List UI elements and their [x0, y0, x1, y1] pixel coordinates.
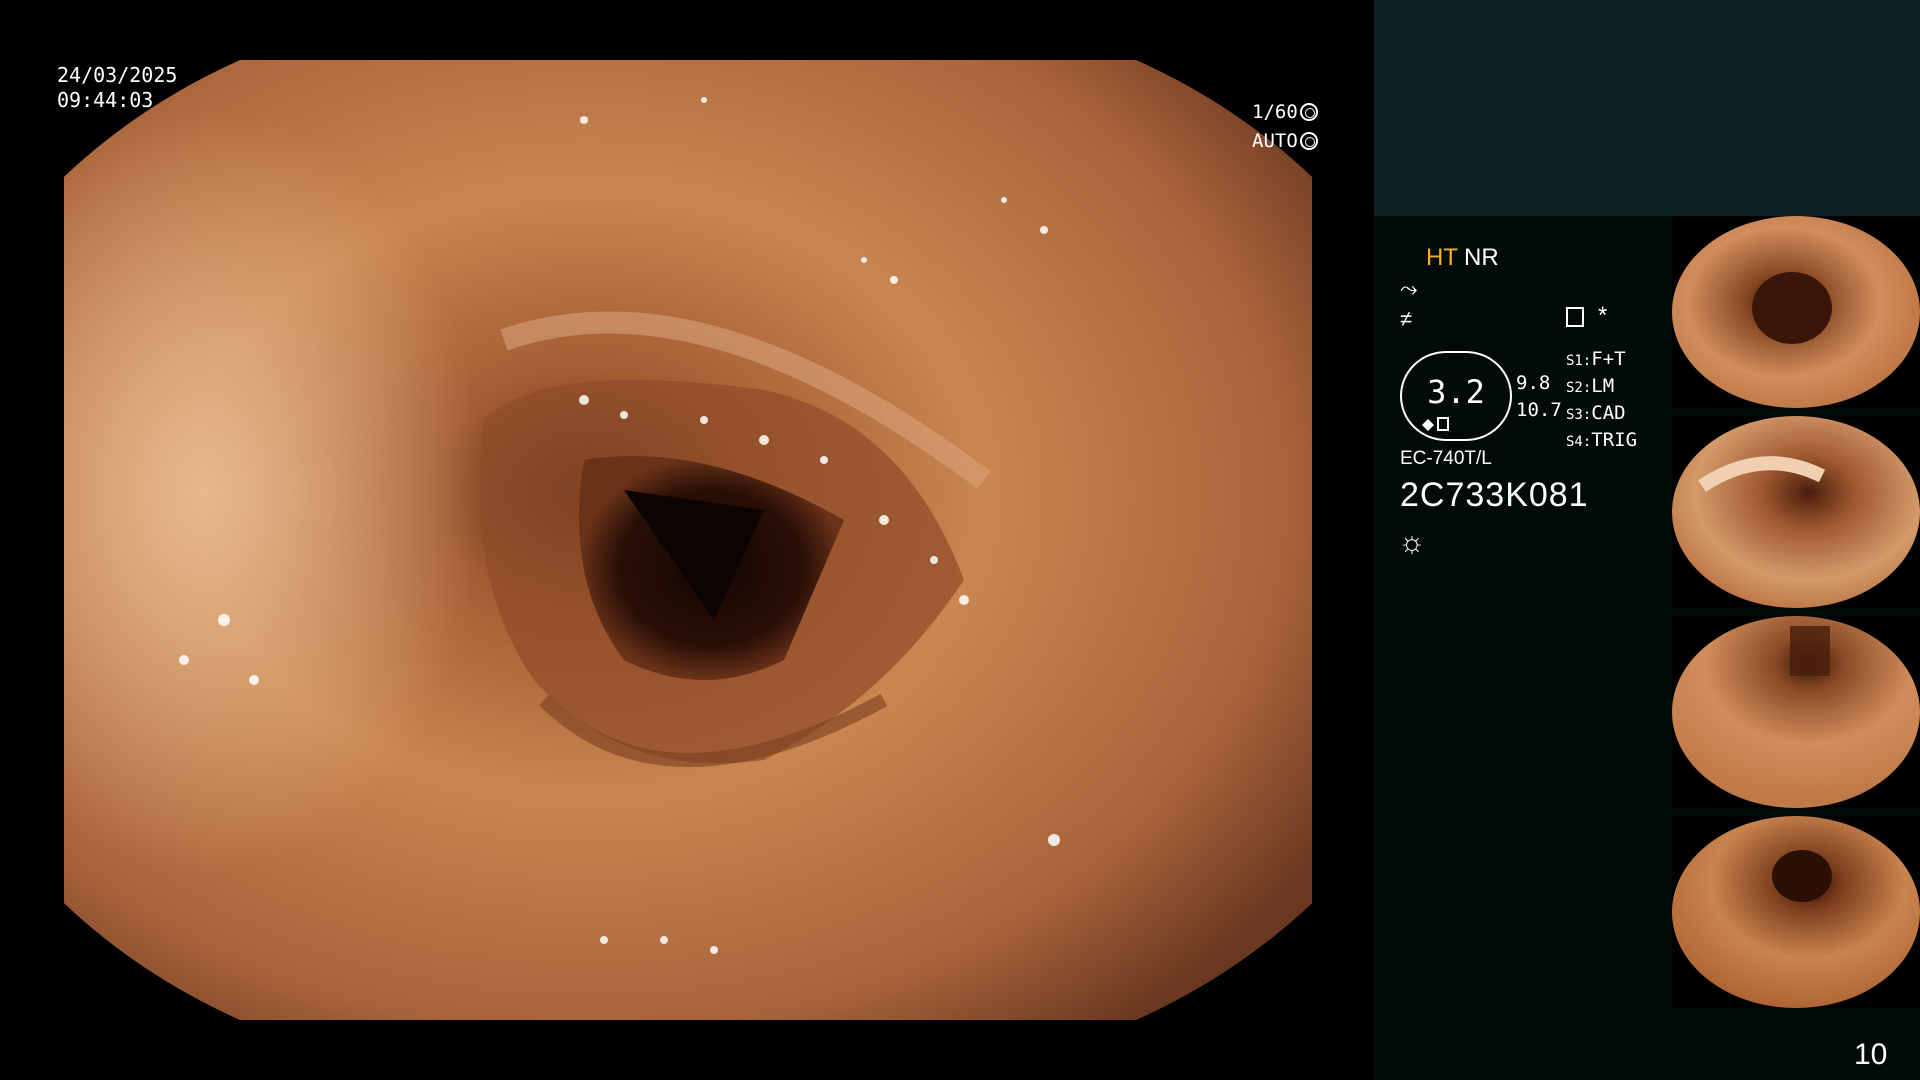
- value-a: 9.8: [1516, 372, 1551, 394]
- shutter-icon: [1299, 103, 1318, 121]
- switch-item: S1:F+T: [1566, 348, 1626, 370]
- thumbnail-2[interactable]: [1672, 416, 1920, 608]
- sidebar-header: [1374, 0, 1920, 216]
- switch-item: S3:CAD: [1566, 402, 1626, 424]
- lightning-icon: ≠: [1400, 306, 1413, 331]
- endoscopy-image: [64, 60, 1312, 1020]
- switch-item: S2:LM: [1566, 375, 1615, 397]
- switch-list: S1:F+T S2:LM S3:CAD S4:TRIG: [1566, 347, 1637, 455]
- value-b: 10.7: [1516, 399, 1562, 421]
- spark-icon: ⤳: [1400, 276, 1418, 301]
- star-indicator: *: [1598, 302, 1608, 329]
- scope-model: EC-740T/L: [1400, 448, 1492, 469]
- page-number: 10: [1854, 1038, 1888, 1071]
- thumbnail-1[interactable]: [1672, 216, 1920, 408]
- shutter-display: 1/60 AUTO: [1252, 98, 1318, 156]
- shutter-speed-text: 1/60: [1252, 101, 1298, 123]
- gauge-value: 3.2: [1427, 373, 1485, 411]
- gauge-marker-icon: [1422, 417, 1449, 431]
- datetime-display: 24/03/2025 09:44:03: [57, 63, 177, 113]
- switch-item: S4:TRIG: [1566, 429, 1638, 451]
- iris-mode-text: AUTO: [1252, 130, 1298, 152]
- scope-serial: 2C733K081: [1400, 476, 1589, 514]
- endoscope-view: 24/03/2025 09:44:03 1/60 AUTO: [0, 0, 1374, 1080]
- date-text: 24/03/2025: [57, 63, 178, 87]
- time-text: 09:44:03: [57, 88, 154, 112]
- image-icon: [1566, 307, 1584, 327]
- iris-icon: [1299, 132, 1318, 150]
- ht-indicator: HT: [1426, 244, 1458, 271]
- thumbnail-4[interactable]: [1672, 816, 1920, 1008]
- nr-indicator: NR: [1464, 244, 1499, 271]
- side-values: 9.8 10.7: [1516, 370, 1562, 424]
- thumbnail-3[interactable]: [1672, 616, 1920, 808]
- gauge-display: 3.2: [1400, 351, 1512, 441]
- brightness-icon: ☼: [1398, 526, 1426, 559]
